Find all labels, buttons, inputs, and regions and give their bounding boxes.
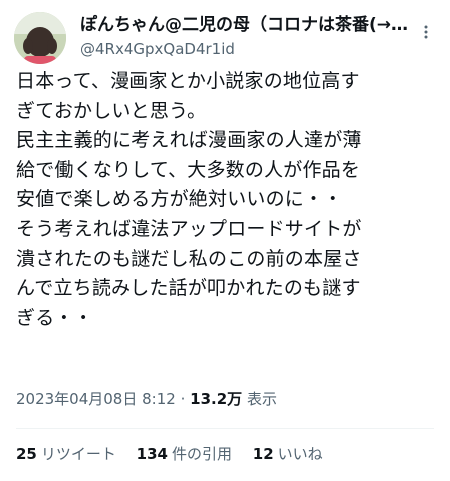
tweet-text-line: 潰されたのも謎だし私のこの前の本屋さ <box>16 247 362 270</box>
tweet-text-line: ぎる・・ <box>16 306 93 329</box>
tweet-text-line: そう考えれば違法アップロードサイトが <box>16 217 362 240</box>
views-label: 表示 <box>246 390 277 408</box>
avatar-child-photo <box>14 12 66 64</box>
author-display-name[interactable]: ぽんちゃん@二児の母（コロナは茶番(→mRNAは危険)） <box>80 14 410 36</box>
avatar[interactable] <box>14 12 66 64</box>
likes-label: いいね <box>277 445 323 463</box>
tweet-meta: 2023年04月08日 8:12 · 13.2万 表示 <box>16 388 436 410</box>
likes-count: 12 <box>252 445 274 463</box>
tweet-text-line: 日本って、漫画家とか小説家の地位高す <box>16 70 360 92</box>
tweet-text-line: 安値で楽しめる方が絶対いいのに・・ <box>16 188 343 211</box>
tweet-card: ぽんちゃん@二児の母（コロナは茶番(→mRNAは危険)） @4Rx4GpxQaD… <box>0 0 450 481</box>
retweets-stat[interactable]: 25 リツイート <box>16 443 116 465</box>
more-vertical-icon[interactable] <box>418 24 434 40</box>
author-handle[interactable]: @4Rx4GpxQaD4r1id <box>80 39 235 59</box>
engagement-stats: 25 リツイート 134 件の引用 12 いいね <box>16 443 436 465</box>
retweets-count: 25 <box>16 445 37 463</box>
tweet-text-line: ぎておかしいと思う。 <box>16 99 207 122</box>
tweet-text-line: 民主主義的に考えれば漫画家の人達が薄 <box>16 129 362 152</box>
tweet-text-line: 給で働くなりして、大多数の人が作品を <box>16 158 361 181</box>
retweets-label: リツイート <box>40 445 116 463</box>
divider <box>16 428 434 429</box>
meta-separator: · <box>180 390 186 408</box>
quotes-count: 134 <box>136 445 168 463</box>
quotes-stat[interactable]: 134 件の引用 <box>137 443 232 465</box>
quotes-label: 件の引用 <box>171 445 232 463</box>
tweet-text-line: んで立ち読みした話が叩かれたのも謎す <box>16 277 361 300</box>
likes-stat[interactable]: 12 いいね <box>253 443 323 465</box>
tweet-text: 日本って、漫画家とか小説家の地位高す ぎておかしいと思う。 民主主義的に考えれば… <box>16 67 440 333</box>
views-count: 13.2万 <box>190 390 243 408</box>
timestamp[interactable]: 2023年04月08日 8:12 <box>16 390 176 408</box>
